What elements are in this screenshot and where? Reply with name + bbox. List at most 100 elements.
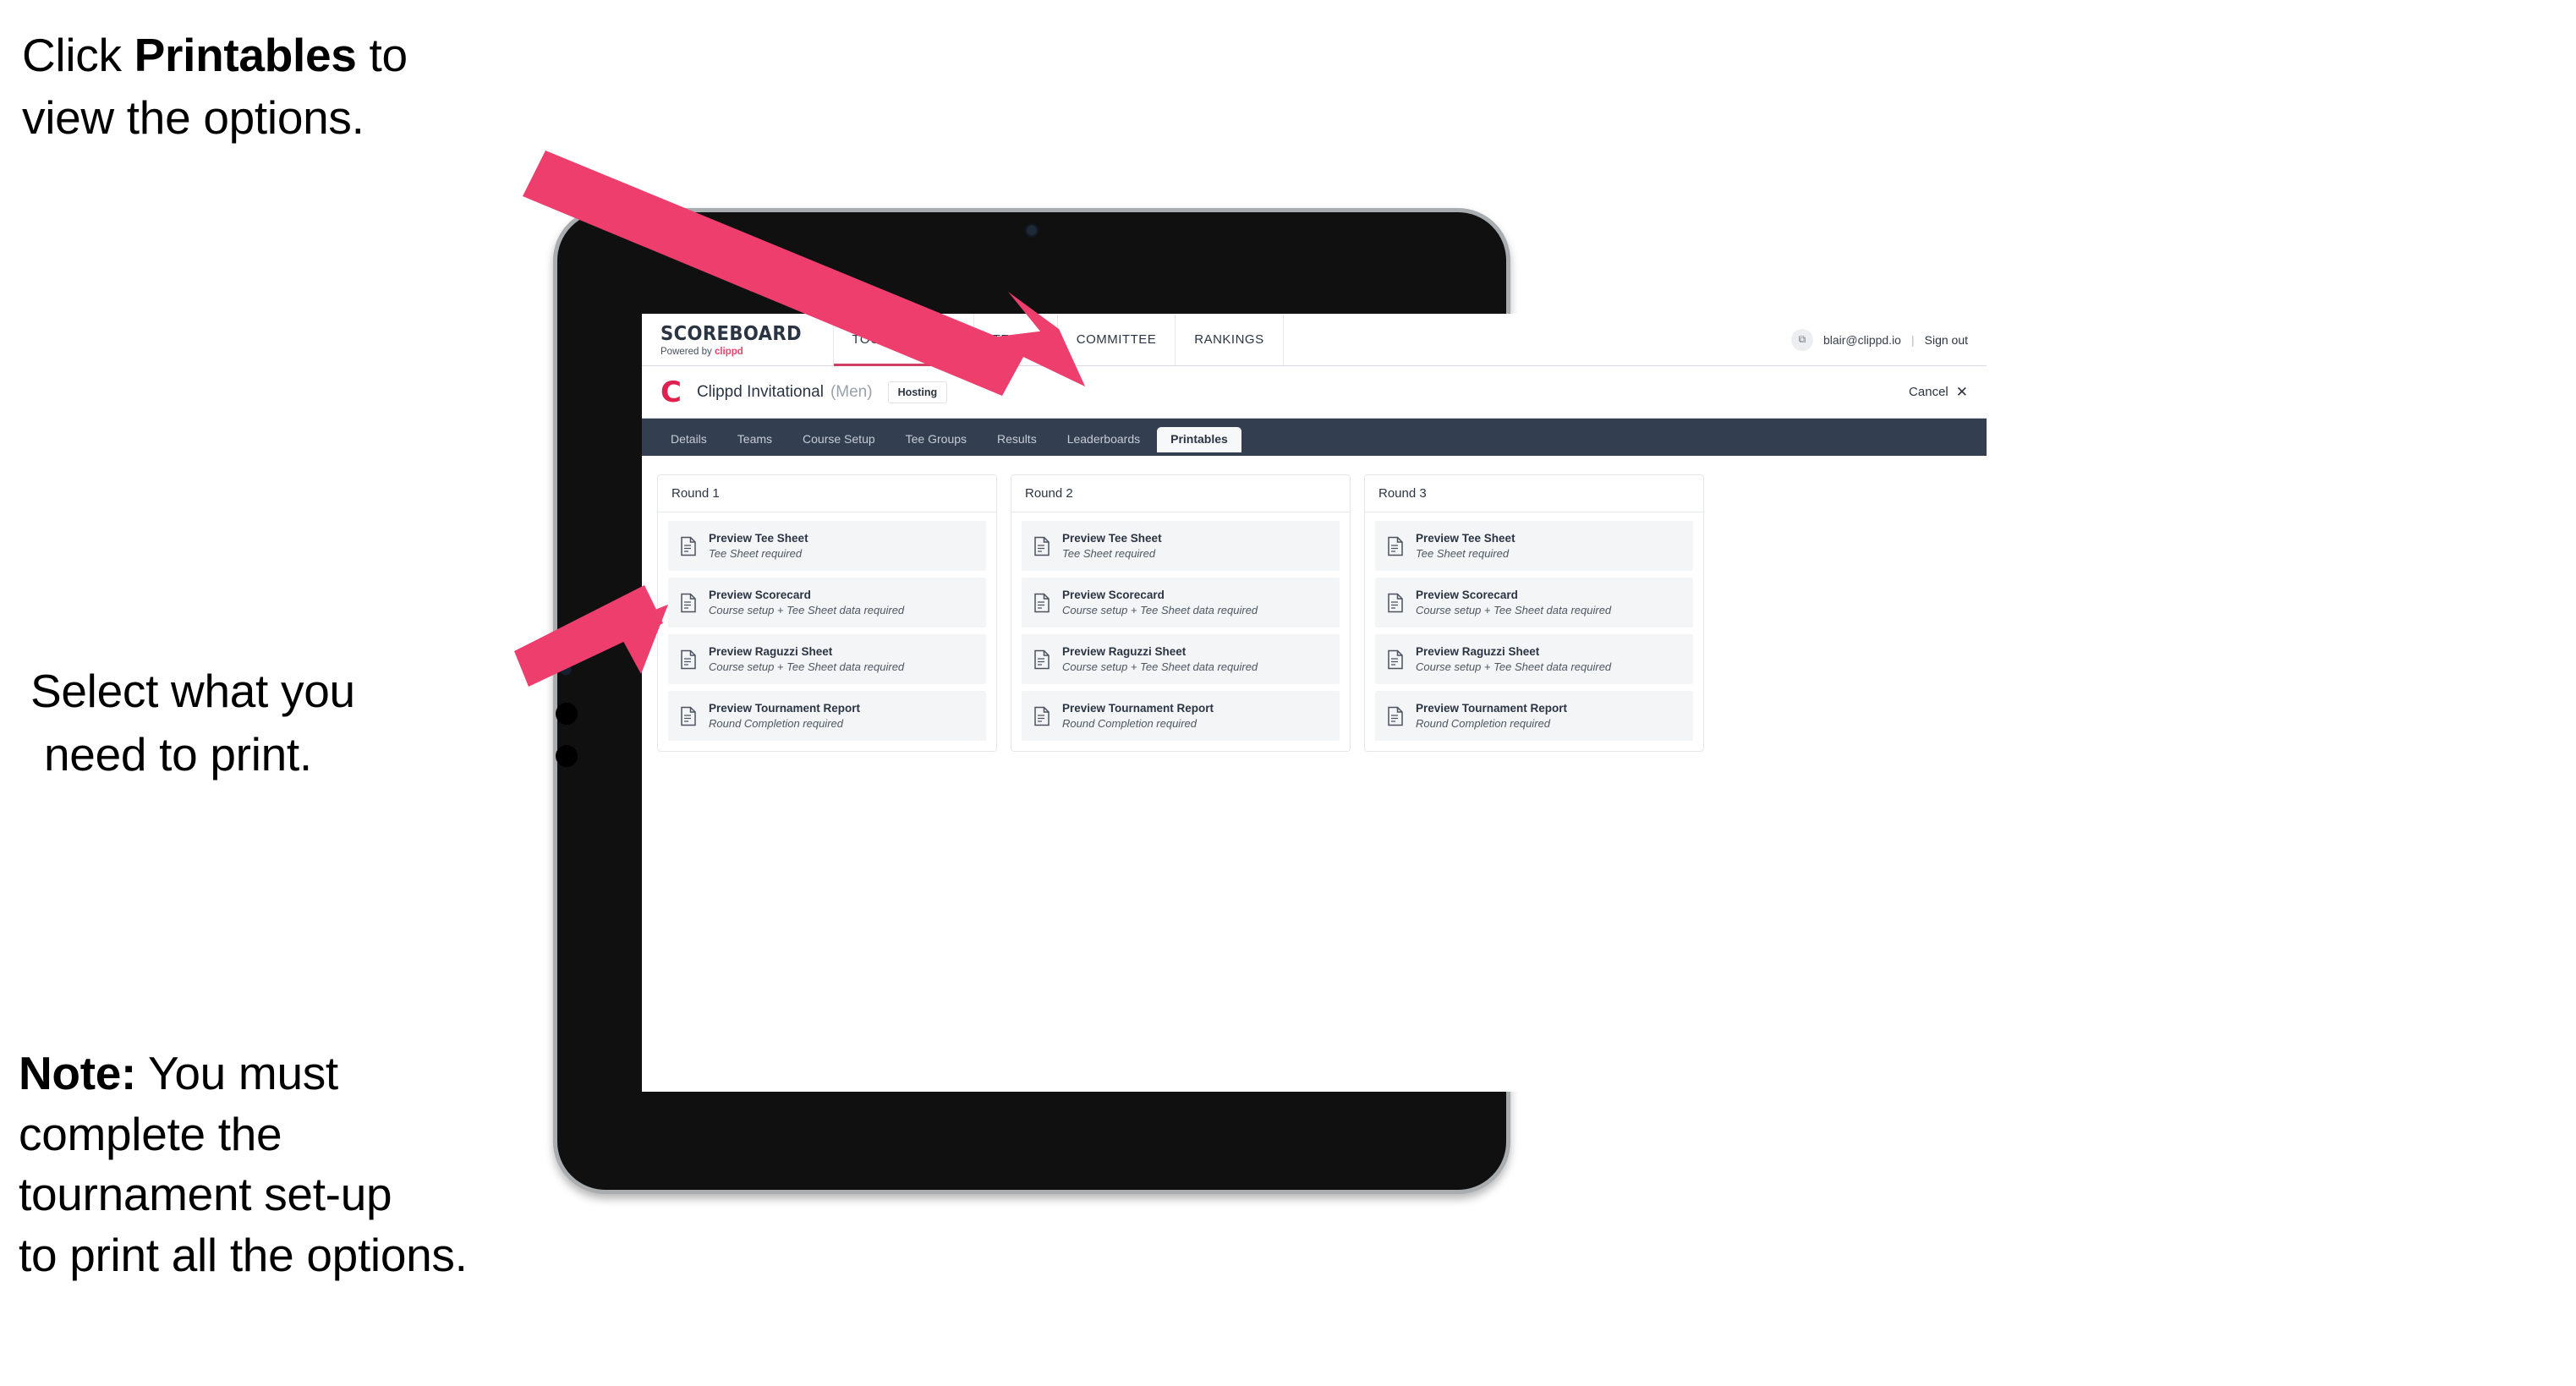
printable-title: Preview Raguzzi Sheet: [1416, 645, 1540, 658]
printable-requirement: Round Completion required: [709, 717, 843, 730]
tab-leaderboards[interactable]: Leaderboards: [1054, 427, 1154, 452]
round-column-1: Round 1 Preview Tee Sheet Tee Sheet requ…: [657, 474, 997, 752]
printable-text: Preview Raguzzi Sheet Course setup + Tee…: [1416, 645, 1611, 673]
printable-title: Preview Tournament Report: [709, 702, 861, 715]
annotation-1-text-pre: Click: [22, 29, 134, 81]
cancel-button[interactable]: Cancel ✕: [1909, 385, 1968, 399]
volume-up-button[interactable]: [556, 703, 578, 725]
tournament-name: Clippd Invitational: [696, 382, 824, 401]
document-icon: [680, 593, 697, 613]
top-nav-label-rankings: RANKINGS: [1194, 332, 1264, 347]
user-email: blair@clippd.io: [1822, 332, 1901, 347]
tab-label-tee-groups: Tee Groups: [905, 432, 967, 446]
round-2-items: Preview Tee Sheet Tee Sheet required Pre…: [1011, 512, 1350, 751]
tab-printables[interactable]: Printables: [1157, 427, 1241, 452]
round-1-header: Round 1: [658, 475, 996, 512]
printable-requirement: Course setup + Tee Sheet data required: [709, 660, 905, 673]
tournament-gender: (Men): [830, 382, 873, 401]
printable-title: Preview Tournament Report: [1416, 702, 1568, 715]
tab-label-teams: Teams: [737, 432, 773, 446]
brand-title: SCOREBOARD: [660, 322, 802, 345]
printable-item[interactable]: Preview Tournament Report Round Completi…: [1375, 691, 1693, 741]
printable-text: Preview Tournament Report Round Completi…: [1062, 702, 1214, 730]
tab-label-course-setup: Course Setup: [803, 432, 875, 446]
printable-item[interactable]: Preview Scorecard Course setup + Tee She…: [1375, 578, 1693, 627]
brand-sub-clippd: clippd: [714, 346, 743, 357]
printable-item[interactable]: Preview Tournament Report Round Completi…: [1022, 691, 1340, 741]
cancel-label: Cancel: [1909, 385, 1948, 399]
tab-results[interactable]: Results: [984, 427, 1050, 452]
top-nav-item-tournaments[interactable]: TOURNAMENTS: [833, 314, 974, 366]
top-nav-label-tournaments: TOURNAMENTS: [852, 332, 955, 347]
annotation-1-line2: view the options.: [22, 91, 364, 145]
volume-down-button[interactable]: [556, 745, 578, 767]
printable-item[interactable]: Preview Tee Sheet Tee Sheet required: [668, 521, 986, 571]
top-nav-items: TOURNAMENTS TEAMS COMMITTEE RANKINGS: [833, 314, 1284, 366]
brand-subtitle: Powered by clippd: [660, 347, 814, 357]
document-icon: [1387, 536, 1404, 556]
printable-item[interactable]: Preview Tee Sheet Tee Sheet required: [1022, 521, 1340, 571]
tablet-device-frame: SCOREBOARD Powered by clippd TOURNAMENTS…: [553, 208, 1987, 1194]
document-icon: [1033, 706, 1050, 726]
annotation-select-print: Select what you need to print.: [30, 660, 555, 787]
printable-text: Preview Raguzzi Sheet Course setup + Tee…: [1062, 645, 1258, 673]
avatar[interactable]: ⧉: [1790, 328, 1813, 351]
printable-item[interactable]: Preview Raguzzi Sheet Course setup + Tee…: [1022, 634, 1340, 684]
scoreboard-logo[interactable]: SCOREBOARD Powered by clippd: [642, 314, 834, 365]
printable-title: Preview Tee Sheet: [1416, 532, 1515, 545]
tab-tee-groups[interactable]: Tee Groups: [892, 427, 980, 452]
document-icon: [1033, 649, 1050, 670]
annotation-1-bold: Printables: [134, 29, 357, 81]
printable-text: Preview Tournament Report Round Completi…: [1416, 702, 1567, 730]
round-2-header: Round 2: [1011, 475, 1350, 512]
printable-text: Preview Tournament Report Round Completi…: [709, 702, 860, 730]
tab-course-setup[interactable]: Course Setup: [789, 427, 889, 452]
printable-requirement: Tee Sheet required: [1062, 547, 1156, 560]
account-area: ⧉ blair@clippd.io | Sign out: [1773, 314, 1987, 365]
printable-requirement: Course setup + Tee Sheet data required: [709, 604, 905, 616]
document-icon: [1387, 649, 1404, 670]
document-icon: [680, 649, 697, 670]
document-icon: [680, 706, 697, 726]
printable-text: Preview Scorecard Course setup + Tee She…: [709, 589, 904, 616]
printable-text: Preview Tee Sheet Tee Sheet required: [1416, 532, 1515, 560]
top-nav-label-teams: TEAMS: [992, 332, 1039, 347]
screenshot-root: Click Printables to view the options. Se…: [0, 0, 2576, 1386]
printable-item[interactable]: Preview Scorecard Course setup + Tee She…: [668, 578, 986, 627]
round-1-items: Preview Tee Sheet Tee Sheet required Pre…: [658, 512, 996, 751]
annotation-3-bold: Note:: [19, 1047, 137, 1099]
top-nav-item-teams[interactable]: TEAMS: [974, 314, 1058, 365]
printable-requirement: Course setup + Tee Sheet data required: [1416, 660, 1612, 673]
printable-requirement: Round Completion required: [1416, 717, 1550, 730]
document-icon: [1033, 593, 1050, 613]
rounds-container: Round 1 Preview Tee Sheet Tee Sheet requ…: [642, 456, 1987, 752]
printable-title: Preview Raguzzi Sheet: [1062, 645, 1187, 658]
annotation-2-line2: need to print.: [44, 728, 312, 781]
round-column-3: Round 3 Preview Tee Sheet Tee Sheet requ…: [1364, 474, 1704, 752]
printable-requirement: Tee Sheet required: [709, 547, 803, 560]
round-3-items: Preview Tee Sheet Tee Sheet required Pre…: [1365, 512, 1703, 751]
printable-item[interactable]: Preview Raguzzi Sheet Course setup + Tee…: [668, 634, 986, 684]
printable-item[interactable]: Preview Raguzzi Sheet Course setup + Tee…: [1375, 634, 1693, 684]
tab-details[interactable]: Details: [657, 427, 721, 452]
printable-item[interactable]: Preview Tee Sheet Tee Sheet required: [1375, 521, 1693, 571]
top-nav-item-rankings[interactable]: RANKINGS: [1176, 314, 1284, 365]
account-separator: |: [1910, 332, 1915, 347]
top-nav-item-committee[interactable]: COMMITTEE: [1058, 314, 1176, 365]
annotation-1-text-post: to: [356, 29, 408, 81]
top-navigation-bar: SCOREBOARD Powered by clippd TOURNAMENTS…: [642, 314, 1987, 366]
close-icon: ✕: [1955, 384, 1968, 400]
sign-out-link[interactable]: Sign out: [1925, 333, 1968, 347]
clippd-c-logo-icon: C: [660, 375, 682, 409]
printable-item[interactable]: Preview Scorecard Course setup + Tee She…: [1022, 578, 1340, 627]
tab-teams[interactable]: Teams: [724, 427, 786, 452]
printable-title: Preview Tournament Report: [1062, 702, 1214, 715]
printable-title: Preview Tee Sheet: [1062, 532, 1162, 545]
printable-item[interactable]: Preview Tournament Report Round Completi…: [668, 691, 986, 741]
document-icon: [1033, 536, 1050, 556]
printable-requirement: Course setup + Tee Sheet data required: [1062, 660, 1258, 673]
side-sensor-icon: [562, 666, 570, 674]
printable-requirement: Course setup + Tee Sheet data required: [1416, 604, 1612, 616]
annotation-3-line4: to print all the options.: [19, 1228, 468, 1281]
brand-sub-pre: Powered by: [660, 346, 715, 357]
